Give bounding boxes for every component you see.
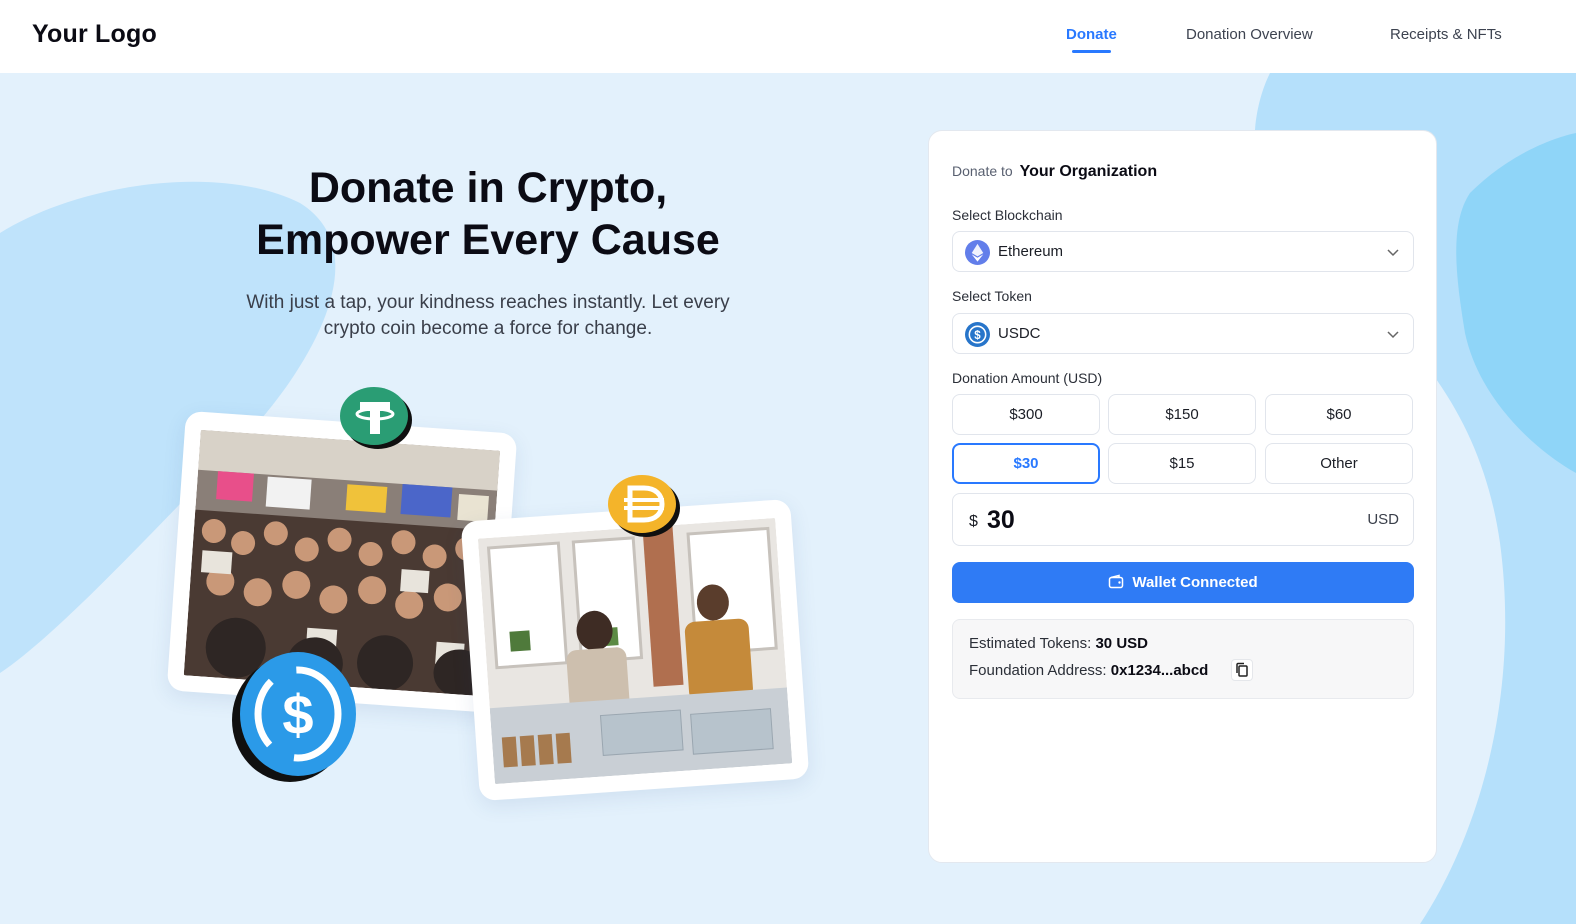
logo[interactable]: Your Logo (32, 20, 157, 49)
nav-receipts-nfts[interactable]: Receipts & NFTs (1390, 26, 1502, 43)
blockchain-value: Ethereum (998, 243, 1064, 260)
amount-option-30[interactable]: $30 (952, 443, 1100, 484)
active-tab-indicator (1072, 50, 1111, 53)
nav-donation-overview[interactable]: Donation Overview (1186, 26, 1313, 43)
svg-text:$: $ (282, 683, 313, 746)
wallet-icon (1109, 574, 1124, 589)
amount-option-other[interactable]: Other (1265, 443, 1413, 484)
hero-title: Donate in Crypto, Empower Every Cause (188, 162, 788, 266)
usdc-icon: $ (232, 652, 356, 782)
estimated-tokens-value: 30 USD (1095, 635, 1148, 652)
token-select[interactable]: $ USDC (952, 313, 1414, 354)
donate-to-heading: Donate to Your Organization (952, 163, 1157, 181)
tether-icon (340, 387, 412, 449)
dai-icon (608, 475, 680, 537)
token-value: USDC (998, 325, 1041, 342)
hero-subtitle-line-2: crypto coin become a force for change. (323, 318, 653, 339)
hero-subtitle: With just a tap, your kindness reaches i… (208, 290, 768, 342)
hero-subtitle-line-1: With just a tap, your kindness reaches i… (246, 292, 730, 313)
chevron-down-icon (1387, 331, 1399, 339)
amount-label: Donation Amount (USD) (952, 370, 1103, 386)
copy-address-button[interactable] (1231, 659, 1253, 681)
amount-option-60[interactable]: $60 (1265, 394, 1413, 435)
organization-name: Your Organization (1019, 163, 1158, 180)
chevron-down-icon (1387, 249, 1399, 257)
top-navigation-bar: Your Logo Donate Donation Overview Recei… (0, 0, 1576, 73)
amount-value: 30 (987, 506, 1015, 534)
usdc-token-icon: $ (965, 322, 990, 347)
amount-option-300[interactable]: $300 (952, 394, 1100, 435)
nav-donate-label: Donate (1066, 26, 1117, 43)
donate-to-prefix: Donate to (952, 163, 1013, 179)
donation-info-box: Estimated Tokens: 30 USD Foundation Addr… (952, 619, 1414, 699)
amount-option-150[interactable]: $150 (1108, 394, 1256, 435)
token-label: Select Token (952, 288, 1032, 304)
estimated-tokens-label: Estimated Tokens: (969, 635, 1092, 652)
blockchain-label: Select Blockchain (952, 207, 1063, 223)
donate-panel: Donate to Your Organization Select Block… (928, 130, 1437, 863)
amount-input[interactable]: $ 30 USD (952, 493, 1414, 546)
svg-text:$: $ (974, 330, 981, 342)
blockchain-select[interactable]: Ethereum (952, 231, 1414, 272)
estimated-tokens-line: Estimated Tokens: 30 USD (969, 635, 1148, 652)
foundation-address-label: Foundation Address: (969, 662, 1107, 679)
foundation-address-line: Foundation Address: 0x1234...abcd (969, 662, 1208, 679)
hero-title-line-1: Donate in Crypto, (308, 164, 668, 212)
wallet-connected-button[interactable]: Wallet Connected (952, 562, 1414, 603)
foundation-address-value: 0x1234...abcd (1110, 662, 1209, 679)
currency-symbol: $ (969, 513, 978, 530)
amount-unit: USD (1367, 511, 1399, 528)
wallet-button-label: Wallet Connected (1132, 574, 1258, 591)
photo-card-volunteers (460, 498, 810, 802)
copy-icon (1236, 662, 1248, 677)
amount-option-15[interactable]: $15 (1108, 443, 1256, 484)
ethereum-icon (965, 240, 990, 265)
volunteers-photo (477, 517, 793, 785)
hero-title-line-2: Empower Every Cause (256, 216, 720, 264)
nav-donate[interactable]: Donate (1066, 26, 1117, 53)
